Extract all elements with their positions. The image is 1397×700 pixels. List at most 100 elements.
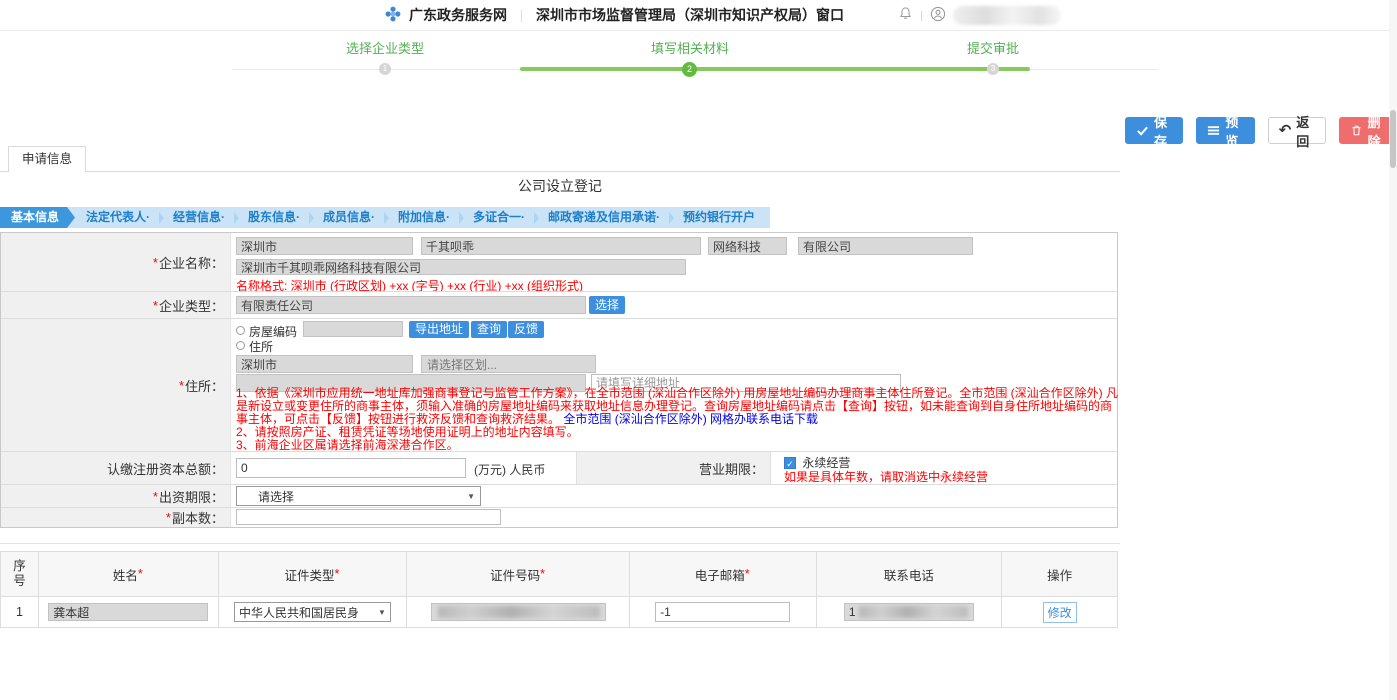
col-header-action: 操作 [1002,552,1117,596]
tab-multi-cert[interactable]: 多证合一· [462,207,536,228]
business-term-hint: 如果是具体年数，请取消选中永续经营 [784,468,988,485]
basic-info-form: *企业名称： 名称格式: 深圳市 (行政区划) +xx (字号) +xx (行业… [0,232,1118,528]
list-icon [1207,124,1220,137]
form-title: 公司设立登记 [0,176,1120,196]
member-id-number-redacted[interactable] [431,603,606,621]
tab-shareholder-info[interactable]: 股东信息· [237,207,311,228]
app-root: 广东政务服务网 ｜ 深圳市市场监督管理局（深圳市知识产权局）窗口 | 选择企业类… [0,0,1397,700]
step-progress-line [520,67,1030,71]
name-part-industry-input[interactable] [708,237,787,255]
office-title: 深圳市市场监督管理局（深圳市知识产权局）窗口 [536,5,844,25]
preview-button[interactable]: 预览 [1196,117,1254,144]
member-row: 1 中华人民共和国居民身 ▼ 1 修改 [1,596,1117,627]
copies-row: *副本数： [1,507,1117,527]
top-header: 广东政务服务网 ｜ 深圳市市场监督管理局（深圳市知识产权局）窗口 | [0,0,1397,31]
save-button[interactable]: 保存 [1125,117,1183,144]
name-part-city-input[interactable] [236,237,413,255]
house-code-input[interactable] [303,321,403,337]
scrollbar-thumb[interactable] [1390,110,1396,168]
step-label-submit-approval: 提交审批 [893,38,1093,57]
header-divider: ｜ [515,6,528,25]
capital-label: 认缴注册资本总额： [1,452,231,484]
undo-arrow-icon: ↶ [1279,124,1292,137]
member-phone-redacted[interactable]: 1 [844,603,974,621]
action-toolbar: 保存 预览 ↶ 返回 删除 [1125,117,1397,144]
col-header-seq: 序号 [1,552,39,596]
query-button[interactable]: 查询 [471,321,507,338]
full-company-name-input[interactable] [236,259,686,275]
residence-radio-label: 住所 [249,338,273,355]
feedback-button[interactable]: 反馈 [508,321,544,338]
col-header-id-number: 证件号码* [407,552,630,596]
step-circle-1: 1 [379,63,391,75]
tab-additional-info[interactable]: 附加信息· [387,207,461,228]
member-name-input[interactable] [48,603,208,621]
step-label-fill-materials: 填写相关材料 [590,38,790,57]
address-notes: 1、依据《深圳市应用统一地址库加强商事登记与监管工作方案》，在全市范围 (深汕合… [236,387,1121,452]
user-avatar-icon[interactable] [930,6,946,25]
investment-term-row: *出资期限： 请选择 ▼ [1,484,1117,507]
back-button[interactable]: ↶ 返回 [1268,117,1326,144]
company-name-label: *企业名称： [1,233,231,291]
step-circle-3: 3 [987,63,999,75]
step-indicator: 选择企业类型 填写相关材料 提交审批 1 2 3 [232,36,1157,80]
member-email-input[interactable] [655,602,790,622]
trash-icon [1350,124,1363,137]
business-term-label: 营业期限： [576,452,771,484]
capital-unit: (万元) 人民币 [474,461,545,478]
company-type-row: *企业类型： 选择 [1,291,1117,318]
tab-postal-credit[interactable]: 邮政寄递及信用承诺· [537,207,671,228]
perpetual-checkbox[interactable] [784,457,796,469]
col-header-email: 电子邮箱* [630,552,817,596]
export-address-button[interactable]: 导出地址 [409,321,469,338]
step-label-choose-type: 选择企业类型 [285,38,485,57]
address-row: *住所： 房屋编码 导出地址 查询 反馈 住所 请选择区划... 1、依据《深圳… [1,318,1117,451]
modify-button[interactable]: 修改 [1043,602,1077,623]
gov-flower-logo-icon [385,6,401,25]
check-icon [1136,124,1149,137]
company-type-input[interactable] [236,296,586,314]
capital-row: 认缴注册资本总额： (万元) 人民币 营业期限： 永续经营 如果是具体年数，请取… [1,451,1117,484]
tab-bank-appointment[interactable]: 预约银行开户 [672,207,766,228]
col-header-id-type: 证件类型* [219,552,408,596]
tab-application-info[interactable]: 申请信息 [8,146,86,172]
dropdown-arrow-icon: ▼ [378,608,386,617]
investment-term-select[interactable]: 请选择 ▼ [236,486,481,506]
vertical-scrollbar[interactable] [1389,0,1397,700]
tab-basic-info[interactable]: 基本信息 [0,207,75,228]
company-type-label: *企业类型： [1,292,231,318]
residence-radio[interactable] [236,341,245,350]
investment-term-label: *出资期限： [1,485,231,507]
tab-bar-line [0,171,1120,172]
capital-input[interactable] [236,458,466,478]
section-nav-tabs: 基本信息 法定代表人· 经营信息· 股东信息· 成员信息· 附加信息· 多证合一… [0,207,770,228]
copies-label: *副本数： [1,508,231,527]
col-header-phone: 联系电话 [817,552,1003,596]
copies-input[interactable] [236,509,501,525]
members-table: 序号 姓名* 证件类型* 证件号码* 电子邮箱* 联系电话 操作 1 中华人民共… [0,551,1118,628]
header-user-divider: | [920,8,923,22]
step-circle-2: 2 [682,62,697,77]
address-city-input[interactable] [236,355,413,373]
members-table-header: 序号 姓名* 证件类型* 证件号码* 电子邮箱* 联系电话 操作 [1,552,1117,596]
member-seq: 1 [1,597,39,627]
company-name-row: *企业名称： 名称格式: 深圳市 (行政区划) +xx (字号) +xx (行业… [1,233,1117,291]
dropdown-arrow-icon: ▼ [467,492,475,501]
username-redacted [953,6,1061,25]
site-brand: 广东政务服务网 [409,5,507,25]
district-select[interactable]: 请选择区划... [421,355,596,373]
name-part-orgform-input[interactable] [798,237,973,255]
tab-member-info[interactable]: 成员信息· [312,207,386,228]
name-part-tradename-input[interactable] [421,237,701,255]
choose-type-button[interactable]: 选择 [589,296,625,314]
section-divider [0,543,1120,544]
tab-business-info[interactable]: 经营信息· [162,207,236,228]
tab-legal-representative[interactable]: 法定代表人· [75,207,161,228]
col-header-name: 姓名* [39,552,219,596]
house-code-radio[interactable] [236,326,245,335]
bell-icon[interactable] [898,6,913,24]
member-id-type-select[interactable]: 中华人民共和国居民身 ▼ [234,602,391,622]
address-label: *住所： [1,319,231,451]
page-tab-bar: 申请信息 [0,146,1120,172]
grid-office-phone-link[interactable]: 全市范围 (深汕合作区除外) 网格办联系电话下载 [563,412,818,426]
